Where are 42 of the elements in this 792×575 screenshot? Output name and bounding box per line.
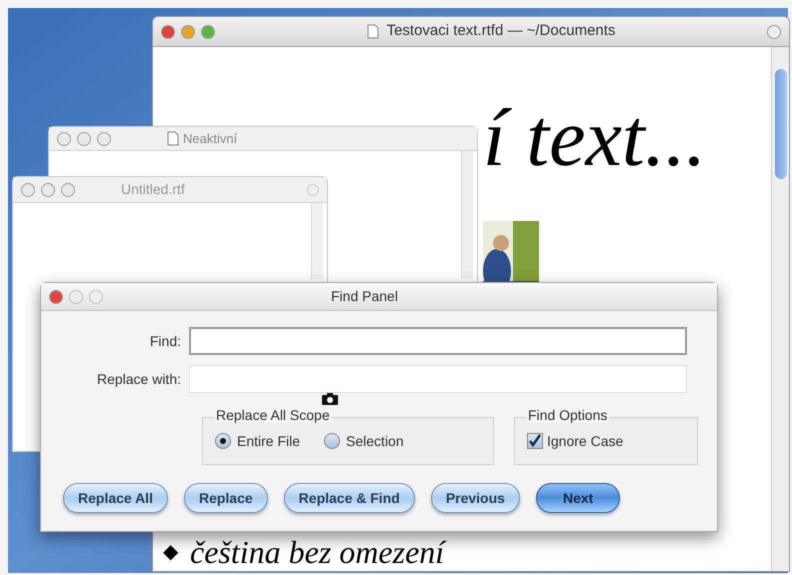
- checkbox-option[interactable]: Ignore Case: [527, 430, 624, 452]
- scroll-thumb[interactable]: [774, 69, 786, 179]
- toolbar-toggle-icon[interactable]: [307, 184, 319, 196]
- window-title: Neaktivní: [183, 130, 238, 148]
- window-button-icon[interactable]: [41, 182, 55, 196]
- window-button-icon[interactable]: [21, 182, 35, 196]
- window-button-icon[interactable]: [69, 290, 83, 304]
- document-icon: [366, 24, 379, 39]
- window-button-icon[interactable]: [77, 132, 91, 146]
- window-button-icon[interactable]: [89, 290, 103, 304]
- document-icon: [167, 131, 179, 146]
- field-label: Replace with:: [96, 370, 182, 389]
- field-label: Find:: [148, 332, 182, 350]
- radio-option[interactable]: Selection: [324, 430, 404, 452]
- camera-icon: [322, 393, 338, 405]
- radio-icon[interactable]: [215, 433, 231, 449]
- dialog-button[interactable]: Previous: [430, 483, 520, 513]
- window-title: Find Panel: [331, 287, 398, 306]
- scrollbar[interactable]: [771, 47, 789, 571]
- dialog-button[interactable]: Replace All: [63, 483, 168, 513]
- radio-option[interactable]: Entire File: [215, 430, 300, 452]
- window-button-icon[interactable]: [61, 182, 75, 196]
- window-button-icon[interactable]: [161, 24, 175, 38]
- dialog-button[interactable]: Replace: [184, 483, 268, 513]
- bullet-text: čeština bez omezení: [190, 535, 444, 569]
- window-title: Untitled.rtf: [121, 180, 185, 199]
- window-button-icon[interactable]: [181, 24, 195, 38]
- window-title: Testovaci text.rtfd — ~/Documents: [386, 21, 616, 42]
- bullet-mark: ◆: [163, 540, 178, 565]
- document-heading: í text...: [483, 92, 706, 183]
- close-icon[interactable]: [49, 290, 63, 304]
- window-button-icon[interactable]: [201, 24, 215, 38]
- checkbox-icon[interactable]: [527, 433, 543, 449]
- group-title: Replace All Scope: [214, 407, 332, 423]
- input-field[interactable]: [189, 327, 687, 355]
- group-title: Find Options: [526, 407, 610, 423]
- window-button-icon[interactable]: [97, 132, 111, 146]
- radio-icon[interactable]: [324, 433, 340, 449]
- window-button-icon[interactable]: [57, 132, 71, 146]
- toolbar-toggle-icon[interactable]: [767, 24, 781, 38]
- dialog-button[interactable]: Next: [536, 483, 620, 513]
- dialog-button[interactable]: Replace & Find: [284, 483, 415, 513]
